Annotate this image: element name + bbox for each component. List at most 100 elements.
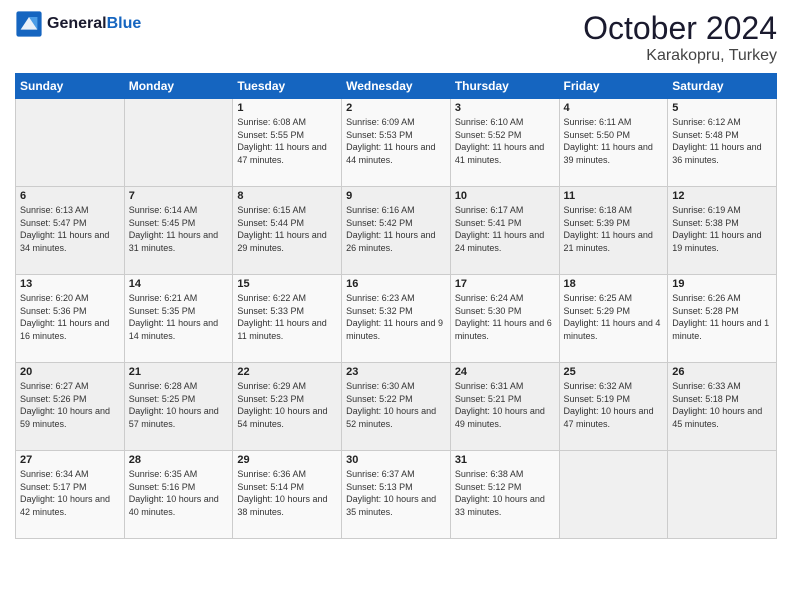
- sunrise: Sunrise: 6:36 AM: [237, 469, 306, 479]
- sunrise: Sunrise: 6:32 AM: [564, 381, 633, 391]
- daylight: Daylight: 11 hours and 47 minutes.: [237, 142, 326, 165]
- sunset: Sunset: 5:26 PM: [20, 394, 87, 404]
- sunset: Sunset: 5:29 PM: [564, 306, 631, 316]
- day-number: 11: [564, 190, 664, 202]
- logo-blue: Blue: [107, 15, 142, 32]
- day-number: 12: [672, 190, 772, 202]
- day-info: Sunrise: 6:19 AM Sunset: 5:38 PM Dayligh…: [672, 204, 772, 254]
- sunset: Sunset: 5:18 PM: [672, 394, 739, 404]
- sunset: Sunset: 5:55 PM: [237, 130, 304, 140]
- calendar-week-5: 27 Sunrise: 6:34 AM Sunset: 5:17 PM Dayl…: [16, 451, 777, 539]
- day-info: Sunrise: 6:12 AM Sunset: 5:48 PM Dayligh…: [672, 116, 772, 166]
- header: GeneralBlue October 2024 Karakopru, Turk…: [15, 10, 777, 65]
- daylight: Daylight: 11 hours and 1 minute.: [672, 318, 769, 341]
- sunrise: Sunrise: 6:30 AM: [346, 381, 415, 391]
- daylight: Daylight: 10 hours and 33 minutes.: [455, 494, 545, 517]
- sunrise: Sunrise: 6:13 AM: [20, 205, 89, 215]
- day-number: 1: [237, 102, 337, 114]
- sunset: Sunset: 5:33 PM: [237, 306, 304, 316]
- sunrise: Sunrise: 6:35 AM: [129, 469, 198, 479]
- calendar-cell: [16, 99, 125, 187]
- title-block: October 2024 Karakopru, Turkey: [583, 10, 777, 65]
- day-number: 9: [346, 190, 446, 202]
- daylight: Daylight: 10 hours and 40 minutes.: [129, 494, 219, 517]
- daylight: Daylight: 11 hours and 41 minutes.: [455, 142, 544, 165]
- day-number: 6: [20, 190, 120, 202]
- daylight: Daylight: 10 hours and 59 minutes.: [20, 406, 110, 429]
- sunset: Sunset: 5:36 PM: [20, 306, 87, 316]
- sunset: Sunset: 5:19 PM: [564, 394, 631, 404]
- day-info: Sunrise: 6:23 AM Sunset: 5:32 PM Dayligh…: [346, 292, 446, 342]
- calendar-cell: 15 Sunrise: 6:22 AM Sunset: 5:33 PM Dayl…: [233, 275, 342, 363]
- daylight: Daylight: 11 hours and 14 minutes.: [129, 318, 218, 341]
- daylight: Daylight: 11 hours and 19 minutes.: [672, 230, 761, 253]
- day-number: 4: [564, 102, 664, 114]
- sunrise: Sunrise: 6:34 AM: [20, 469, 89, 479]
- calendar-cell: [559, 451, 668, 539]
- logo-icon: [15, 10, 43, 38]
- day-number: 17: [455, 278, 555, 290]
- calendar-cell: 5 Sunrise: 6:12 AM Sunset: 5:48 PM Dayli…: [668, 99, 777, 187]
- calendar-cell: 17 Sunrise: 6:24 AM Sunset: 5:30 PM Dayl…: [450, 275, 559, 363]
- day-info: Sunrise: 6:28 AM Sunset: 5:25 PM Dayligh…: [129, 380, 229, 430]
- sunrise: Sunrise: 6:12 AM: [672, 117, 741, 127]
- sunset: Sunset: 5:12 PM: [455, 482, 522, 492]
- day-info: Sunrise: 6:26 AM Sunset: 5:28 PM Dayligh…: [672, 292, 772, 342]
- calendar-cell: 3 Sunrise: 6:10 AM Sunset: 5:52 PM Dayli…: [450, 99, 559, 187]
- calendar-week-4: 20 Sunrise: 6:27 AM Sunset: 5:26 PM Dayl…: [16, 363, 777, 451]
- sunrise: Sunrise: 6:20 AM: [20, 293, 89, 303]
- sunrise: Sunrise: 6:15 AM: [237, 205, 306, 215]
- sunset: Sunset: 5:50 PM: [564, 130, 631, 140]
- day-number: 15: [237, 278, 337, 290]
- sunrise: Sunrise: 6:10 AM: [455, 117, 524, 127]
- calendar-cell: 2 Sunrise: 6:09 AM Sunset: 5:53 PM Dayli…: [342, 99, 451, 187]
- sunset: Sunset: 5:41 PM: [455, 218, 522, 228]
- calendar-cell: 27 Sunrise: 6:34 AM Sunset: 5:17 PM Dayl…: [16, 451, 125, 539]
- day-info: Sunrise: 6:27 AM Sunset: 5:26 PM Dayligh…: [20, 380, 120, 430]
- header-friday: Friday: [559, 74, 668, 99]
- day-info: Sunrise: 6:34 AM Sunset: 5:17 PM Dayligh…: [20, 468, 120, 518]
- sunrise: Sunrise: 6:25 AM: [564, 293, 633, 303]
- calendar-week-3: 13 Sunrise: 6:20 AM Sunset: 5:36 PM Dayl…: [16, 275, 777, 363]
- day-info: Sunrise: 6:08 AM Sunset: 5:55 PM Dayligh…: [237, 116, 337, 166]
- day-info: Sunrise: 6:29 AM Sunset: 5:23 PM Dayligh…: [237, 380, 337, 430]
- sunset: Sunset: 5:32 PM: [346, 306, 413, 316]
- daylight: Daylight: 11 hours and 26 minutes.: [346, 230, 435, 253]
- sunrise: Sunrise: 6:14 AM: [129, 205, 198, 215]
- calendar-cell: 23 Sunrise: 6:30 AM Sunset: 5:22 PM Dayl…: [342, 363, 451, 451]
- sunrise: Sunrise: 6:33 AM: [672, 381, 741, 391]
- sunset: Sunset: 5:48 PM: [672, 130, 739, 140]
- day-info: Sunrise: 6:13 AM Sunset: 5:47 PM Dayligh…: [20, 204, 120, 254]
- day-info: Sunrise: 6:17 AM Sunset: 5:41 PM Dayligh…: [455, 204, 555, 254]
- sunset: Sunset: 5:23 PM: [237, 394, 304, 404]
- sunrise: Sunrise: 6:29 AM: [237, 381, 306, 391]
- sunrise: Sunrise: 6:18 AM: [564, 205, 633, 215]
- day-info: Sunrise: 6:36 AM Sunset: 5:14 PM Dayligh…: [237, 468, 337, 518]
- daylight: Daylight: 11 hours and 9 minutes.: [346, 318, 443, 341]
- daylight: Daylight: 10 hours and 45 minutes.: [672, 406, 762, 429]
- day-info: Sunrise: 6:25 AM Sunset: 5:29 PM Dayligh…: [564, 292, 664, 342]
- sunrise: Sunrise: 6:17 AM: [455, 205, 524, 215]
- day-number: 29: [237, 454, 337, 466]
- daylight: Daylight: 11 hours and 31 minutes.: [129, 230, 218, 253]
- day-number: 20: [20, 366, 120, 378]
- sunrise: Sunrise: 6:31 AM: [455, 381, 524, 391]
- sunrise: Sunrise: 6:24 AM: [455, 293, 524, 303]
- day-number: 28: [129, 454, 229, 466]
- sunset: Sunset: 5:53 PM: [346, 130, 413, 140]
- day-info: Sunrise: 6:09 AM Sunset: 5:53 PM Dayligh…: [346, 116, 446, 166]
- day-number: 7: [129, 190, 229, 202]
- header-wednesday: Wednesday: [342, 74, 451, 99]
- sunset: Sunset: 5:42 PM: [346, 218, 413, 228]
- day-info: Sunrise: 6:38 AM Sunset: 5:12 PM Dayligh…: [455, 468, 555, 518]
- day-info: Sunrise: 6:10 AM Sunset: 5:52 PM Dayligh…: [455, 116, 555, 166]
- sunset: Sunset: 5:30 PM: [455, 306, 522, 316]
- calendar-cell: 30 Sunrise: 6:37 AM Sunset: 5:13 PM Dayl…: [342, 451, 451, 539]
- daylight: Daylight: 11 hours and 6 minutes.: [455, 318, 552, 341]
- calendar-cell: 8 Sunrise: 6:15 AM Sunset: 5:44 PM Dayli…: [233, 187, 342, 275]
- sunrise: Sunrise: 6:16 AM: [346, 205, 415, 215]
- calendar-cell: 14 Sunrise: 6:21 AM Sunset: 5:35 PM Dayl…: [124, 275, 233, 363]
- sunset: Sunset: 5:28 PM: [672, 306, 739, 316]
- day-info: Sunrise: 6:35 AM Sunset: 5:16 PM Dayligh…: [129, 468, 229, 518]
- sunrise: Sunrise: 6:21 AM: [129, 293, 198, 303]
